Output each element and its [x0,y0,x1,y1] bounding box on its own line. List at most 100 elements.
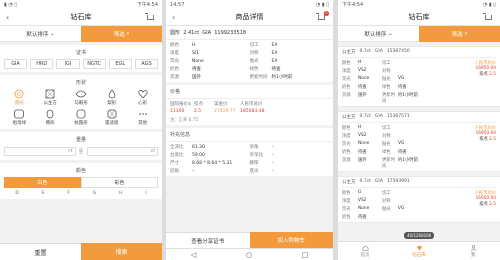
grade-f[interactable]: F [67,191,70,196]
princess-diamond-icon [45,89,55,99]
grade-i[interactable]: I [145,191,146,196]
extra-title: 补充信息 [166,128,333,142]
shape-princess[interactable]: 公主方 [35,89,66,106]
grade-h[interactable]: H [119,191,122,196]
spec-row: 净度 SI1 对称 EX [170,50,278,57]
item-header: 公主方 0.7ct GIA 17593991 [342,179,496,188]
usd-price: 27419.77 [214,109,236,114]
sort-dropdown[interactable]: 默认排序 ⌄ [338,26,419,42]
cert-options: GIA HRD IGI NGTC EGL AGS [4,59,159,69]
list-item[interactable]: 公主方 0.7ct GIA 17593991 颜色 G 切工 净度 VS2 对称 荧光 N… [338,176,500,223]
system-nav-bar: ◁ ○ □ [166,248,333,260]
tab-diamond-library[interactable]: 钻石库 [392,242,446,260]
rate-note: 注：汇率 6.75 [166,116,333,125]
bottom-tab-bar: 首页 钻石库 我 [338,241,500,260]
grade-d[interactable]: D [15,191,18,196]
list-item[interactable]: 公主方 0.7ct GIA 15367571 颜色 H 切工 净度 VS2 对称 荧光 N… [338,111,500,172]
weight-range: ct 至 ct [4,147,159,156]
filter-bar: 默认排序 ⌄ 筛选 ⌕ [0,26,162,42]
oval-diamond-icon [46,109,54,119]
back-icon[interactable]: ‹ [172,13,175,22]
list-item[interactable]: 公主方 0.7ct GIA 15367450 颜色 H 切工 净度 VS2 对称 荧光 N… [338,46,500,107]
header-shape: 圆形 [170,30,181,36]
cert-chip-hrd[interactable]: HRD [30,59,54,69]
item-specs: 颜色 H 切工 净度 VS2 对称 荧光 None 抛光 VG 奶色 待查 绿色 待查 货源 国外 更新… [342,125,418,169]
cert-section: 证书 GIA HRD IGI NGTC EGL AGS [0,45,162,72]
back-icon[interactable]: ‹ [6,13,9,22]
grade-e[interactable]: E [42,191,45,196]
nav-bar: 钻石库 [338,9,500,26]
diamond-icon [416,245,422,251]
add-to-cart-button[interactable]: 加入购物车 [249,232,333,248]
cert-chip-igi[interactable]: IGI [56,59,80,69]
status-icons: ◔ ▮ ▯ [315,1,329,8]
header-carat: 2.41ct [183,30,200,36]
emerald-diamond-icon [14,109,25,119]
view-certificate-button[interactable]: 查看分享证书 [166,232,250,248]
weight-max-input[interactable]: ct [86,147,159,156]
color-title: 颜色 [75,168,86,174]
page-count-toast: 40/1268166 [404,232,435,239]
filter-button[interactable]: 筛选 ⌕ [419,26,500,42]
spec-row: 货源 国外 更新时间 约1小时前 [170,75,293,80]
page-title: 商品详情 [235,13,264,21]
color-grades: D E F G H I [4,188,158,196]
cart-icon[interactable]: 2 [316,11,329,22]
cert-chip-gia[interactable]: GIA [4,59,28,69]
tab-white[interactable]: 白色 [4,177,81,188]
status-icons: ▮ ◔ ▯ [4,1,18,8]
weight-min-input[interactable]: ct [4,147,76,156]
status-bar: 14:57 ◔ ▮ ▯ [166,0,333,9]
shape-section: 形状 圆形 公主方 马眼形 梨形 心形 祖母绿 椭形 枕圆形 雷迪恩 其他 [0,75,162,129]
back-triangle-icon[interactable]: ◁ [191,251,196,259]
cart-icon[interactable] [483,12,494,22]
page-title: 钻石库 [408,13,430,21]
weight-section: 重量 ct 至 ct [0,132,162,160]
list-screen: 下午4:54 ◔ ▮ ▯ 钻石库 默认排序 ⌄ 筛选 ⌕ 公主方 0.7ct G… [338,0,500,260]
diamond-header: 圆形 2.41ct GIA 1199233518 [166,26,333,40]
reset-button[interactable]: 重置 [0,243,81,260]
recents-square-icon[interactable]: □ [302,251,309,259]
cert-chip-ags[interactable]: AGS [134,59,159,69]
shape-emerald[interactable]: 祖母绿 [4,109,35,126]
shape-round[interactable]: 圆形 [4,89,35,106]
item-price: 人民币总价 16950.94 扣点 2.5 [474,126,496,142]
filter-button[interactable]: 筛选 ⌕ [81,26,162,42]
tab-fancy[interactable]: 彩色 [81,177,158,188]
shape-radiant[interactable]: 雷迪恩 [96,109,127,126]
sort-dropdown[interactable]: 默认排序 ⌄ [0,26,81,42]
cart-icon[interactable] [145,12,156,22]
status-time: 14:57 [170,1,185,8]
rmb-price: 185083.48 [240,109,265,114]
pear-diamond-icon [108,89,116,99]
user-icon [470,244,476,251]
shape-marquise[interactable]: 马眼形 [66,89,97,106]
shape-pear[interactable]: 梨形 [96,89,127,106]
sort-label: 默认排序 [26,31,49,38]
sort-label: 默认排序 [364,31,387,38]
tab-me[interactable]: 我 [446,242,500,260]
cert-chip-ngtc[interactable]: NGTC [82,59,106,69]
spec-row: 奶色 待查 绿色 待查 [170,67,281,72]
cert-chip-egl[interactable]: EGL [108,59,132,69]
item-header: 公主方 0.7ct GIA 15367571 [342,114,496,123]
filter-actions: 重置 搜索 [0,243,162,260]
search-button[interactable]: 搜索 [81,243,162,260]
status-bar: 下午4:54 ◔ ▮ ▯ [338,0,500,9]
shape-heart[interactable]: 心形 [127,89,158,106]
color-section: 颜色 白色 彩色 D E F G H I [0,163,162,199]
shape-cushion[interactable]: 枕圆形 [66,109,97,126]
spec-row: 颜色 H 切工 EX [170,42,278,49]
shape-options: 圆形 公主方 马眼形 梨形 心形 祖母绿 椭形 枕圆形 雷迪恩 其他 [4,89,158,126]
tab-home[interactable]: 首页 [338,242,392,260]
item-header: 公主方 0.7ct GIA 15367450 [342,49,496,58]
filter-bar: 默认排序 ⌄ 筛选 ⌕ [338,26,500,42]
grade-g[interactable]: G [93,191,97,196]
item-price: 人民币总价 16950.94 扣点 2.5 [474,61,496,77]
cert-title: 证书 [75,50,86,56]
item-specs: 颜色 G 切工 净度 VS2 对称 荧光 None 抛光 VG 奶色 待查 [342,190,405,220]
shape-oval[interactable]: 椭形 [35,109,66,126]
shape-other[interactable]: 其他 [127,109,158,126]
home-circle-icon[interactable]: ○ [246,251,252,259]
status-time: 下午4:54 [342,2,364,8]
